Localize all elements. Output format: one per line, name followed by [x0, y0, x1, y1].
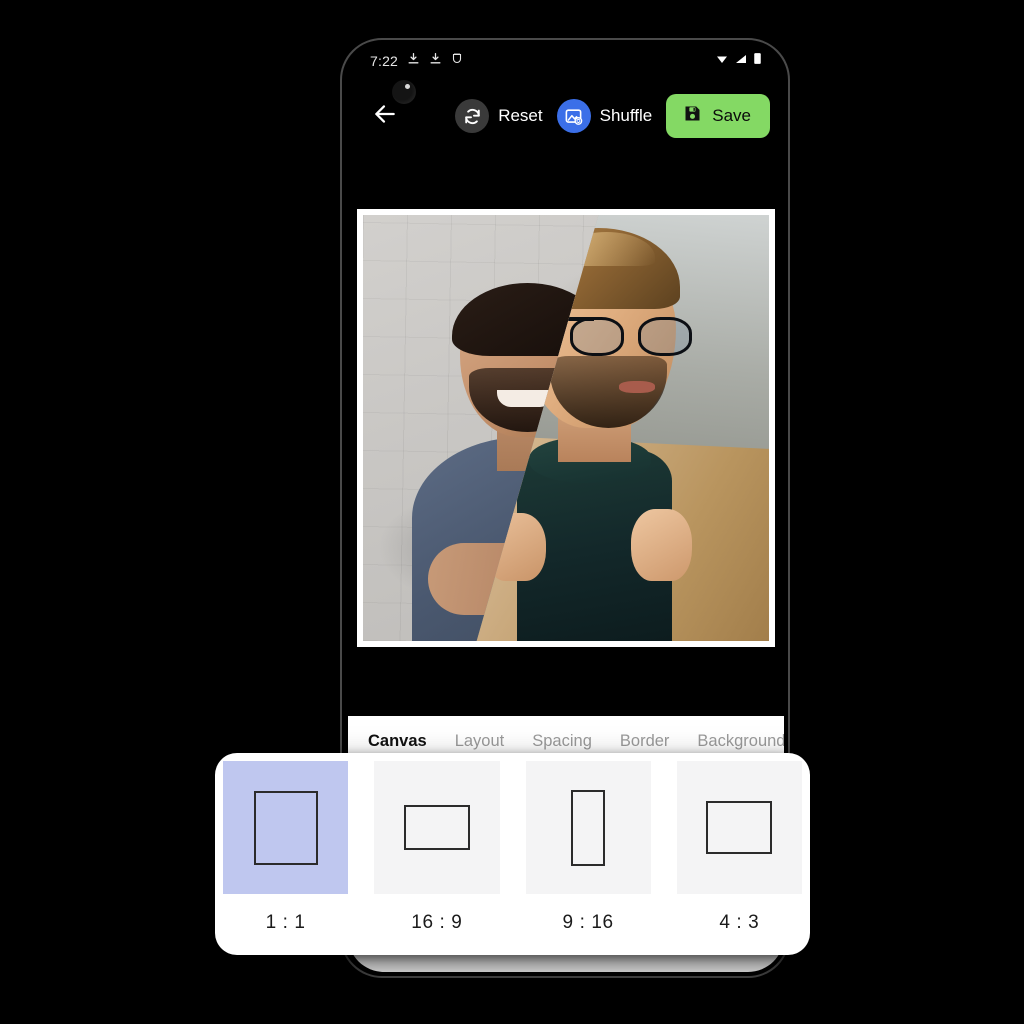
photo-b-lens-left — [570, 317, 624, 356]
save-button[interactable]: Save — [666, 94, 770, 138]
floppy-save-icon — [682, 103, 703, 129]
photo-b-hand-right — [630, 508, 692, 582]
download-icon — [407, 52, 420, 70]
ratio-option-16-9[interactable]: 16 : 9 — [374, 761, 500, 955]
status-bar-right — [715, 52, 762, 70]
portrait-shape-icon — [571, 789, 606, 866]
editor-toolbar: Reset Shuffle Save — [348, 86, 784, 146]
image-shuffle-icon — [556, 99, 591, 133]
ratio-thumb-16-9 — [374, 761, 500, 894]
ratio-option-4-3[interactable]: 4 : 3 — [676, 761, 802, 955]
reset-button[interactable]: Reset — [455, 99, 543, 133]
signal-icon — [734, 52, 748, 70]
square-shape-icon — [253, 790, 318, 865]
aspect-ratio-picker-card: 1 : 1 16 : 9 9 : 16 4 : 3 — [215, 753, 810, 955]
ratio-option-1-1[interactable]: 1 : 1 — [223, 761, 349, 955]
back-button[interactable] — [368, 99, 402, 133]
ratio-label-4-3: 4 : 3 — [719, 912, 760, 933]
clipboard-icon — [451, 52, 463, 70]
photo-b-lips — [618, 381, 656, 394]
ratio-label-9-16: 9 : 16 — [562, 912, 614, 933]
battery-icon — [753, 52, 762, 70]
toolbar-actions: Reset Shuffle Save — [455, 94, 770, 138]
shuffle-label: Shuffle — [599, 106, 653, 125]
ratio-thumb-4-3 — [676, 761, 802, 894]
collage-inner — [363, 215, 769, 641]
status-clock: 7:22 — [370, 53, 399, 69]
shuffle-button[interactable]: Shuffle — [556, 99, 653, 133]
back-arrow-icon — [372, 101, 398, 132]
ratio-thumb-9-16 — [525, 761, 651, 894]
ratio-thumb-1-1 — [223, 761, 349, 894]
status-bar: 7:22 — [348, 46, 784, 76]
screenshot-stage: 7:22 Reset Shuffle Save Canvas Layout Sp… — [0, 0, 1024, 1024]
wifi-icon — [715, 52, 729, 70]
collage-canvas-area — [356, 208, 776, 648]
wide-shape-icon — [706, 801, 773, 854]
download-icon — [429, 52, 442, 70]
photo-b-glasses — [570, 317, 692, 356]
save-label: Save — [712, 106, 751, 125]
reset-label: Reset — [498, 106, 543, 125]
ratio-label-1-1: 1 : 1 — [265, 912, 306, 933]
refresh-icon — [455, 99, 490, 133]
ratio-option-9-16[interactable]: 9 : 16 — [525, 761, 651, 955]
status-bar-left: 7:22 — [370, 52, 463, 70]
collage-frame[interactable] — [357, 209, 775, 647]
photo-b-lens-right — [638, 317, 692, 356]
ratio-label-16-9: 16 : 9 — [411, 912, 463, 933]
landscape-shape-icon — [403, 805, 470, 850]
